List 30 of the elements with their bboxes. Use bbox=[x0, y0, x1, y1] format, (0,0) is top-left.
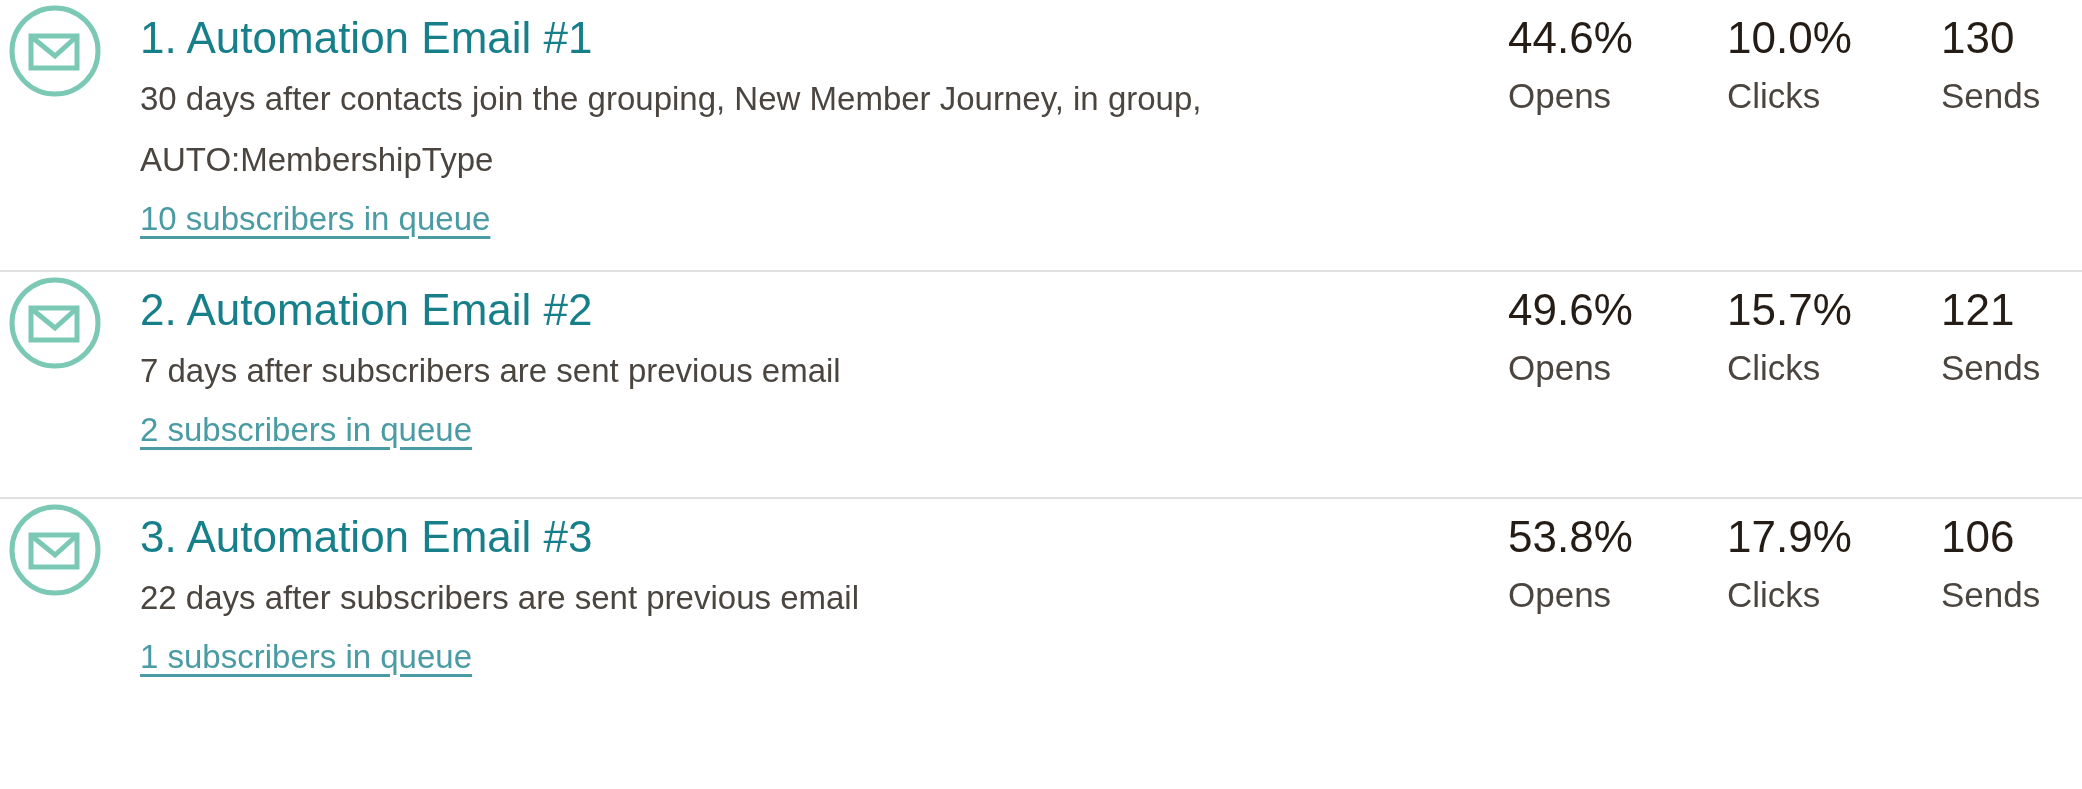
email-title[interactable]: 3. Automation Email #3 bbox=[140, 503, 593, 571]
stat-value: 53.8% bbox=[1508, 511, 1633, 563]
stat-value: 106 bbox=[1941, 511, 2015, 563]
email-title[interactable]: 1. Automation Email #1 bbox=[140, 4, 593, 72]
email-trigger-description: 22 days after subscribers are sent previous email bbox=[140, 578, 860, 618]
stat-label: Clicks bbox=[1727, 347, 1821, 389]
queue-link[interactable]: 10 subscribers in queue bbox=[140, 190, 491, 248]
stat-label: Opens bbox=[1508, 75, 1612, 117]
stat-value: 10.0% bbox=[1727, 12, 1852, 64]
stat-value: 130 bbox=[1941, 12, 2015, 64]
stat-value: 49.6% bbox=[1508, 284, 1633, 336]
stat-value: 44.6% bbox=[1508, 12, 1633, 64]
email-trigger-description: 30 days after contacts join the grouping, New Member Journey, in group, AUTO:MembershipType bbox=[140, 79, 1203, 180]
stat-label: Clicks bbox=[1727, 75, 1821, 117]
email-icon bbox=[8, 503, 102, 597]
email-icon bbox=[8, 4, 102, 98]
queue-link[interactable]: 2 subscribers in queue bbox=[140, 401, 473, 459]
stat-label: Sends bbox=[1941, 75, 2041, 117]
stat-label: Sends bbox=[1941, 574, 2041, 616]
email-icon bbox=[8, 276, 102, 370]
email-trigger-description: 7 days after subscribers are sent previous email bbox=[140, 351, 842, 391]
stat-label: Clicks bbox=[1727, 574, 1821, 616]
queue-link[interactable]: 1 subscribers in queue bbox=[140, 628, 473, 686]
stat-value: 15.7% bbox=[1727, 284, 1852, 336]
stat-label: Sends bbox=[1941, 347, 2041, 389]
stat-value: 121 bbox=[1941, 284, 2015, 336]
stat-label: Opens bbox=[1508, 347, 1612, 389]
stat-label: Opens bbox=[1508, 574, 1612, 616]
stat-value: 17.9% bbox=[1727, 511, 1852, 563]
email-title[interactable]: 2. Automation Email #2 bbox=[140, 276, 593, 344]
